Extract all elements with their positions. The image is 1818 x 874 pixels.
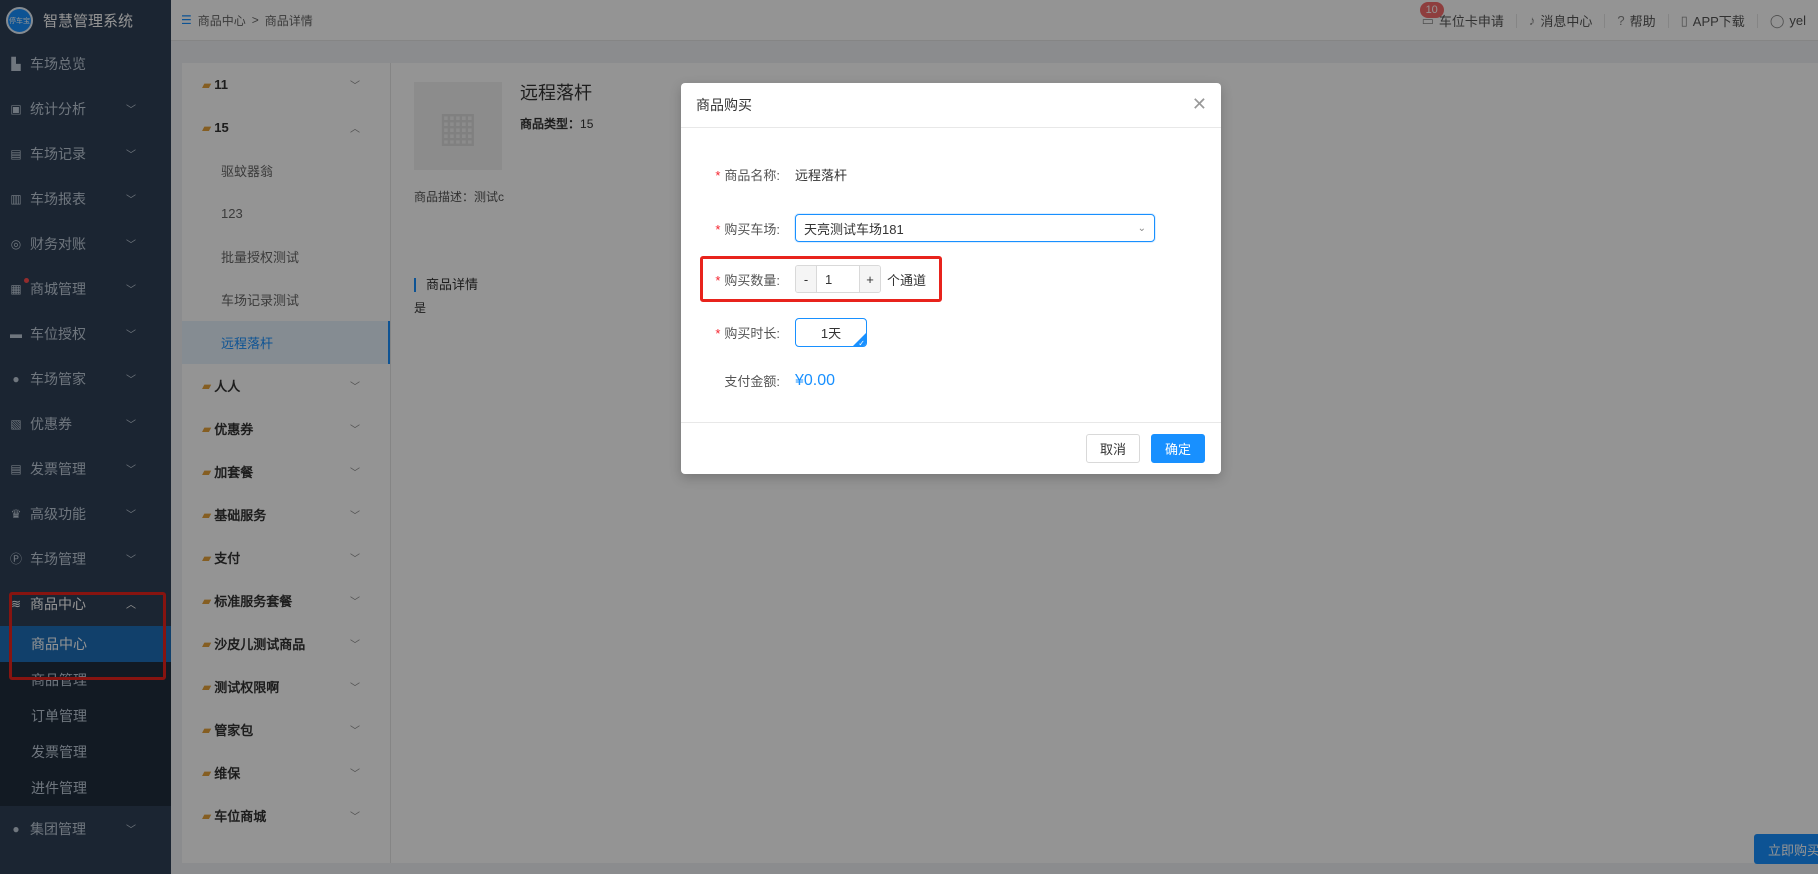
highlight-box-quantity xyxy=(700,256,942,302)
modal-title: 商品购买 xyxy=(696,97,752,113)
parking-lot-select[interactable]: 天亮测试车场181 ⌄ xyxy=(795,214,1155,242)
modal-footer: 取消 确定 xyxy=(681,422,1221,474)
form-row-duration: * 购买时长: 1天 ✓ xyxy=(681,318,867,347)
cancel-button[interactable]: 取消 xyxy=(1085,434,1140,463)
duration-option-selected[interactable]: 1天 ✓ xyxy=(795,318,867,347)
required-asterisk: * xyxy=(715,221,721,237)
label-text: 商品名称: xyxy=(724,168,780,183)
form-row-parking-lot: * 购买车场: 天亮测试车场181 ⌄ xyxy=(681,214,1155,242)
label-product-name: * 商品名称: xyxy=(681,165,795,184)
label-duration: * 购买时长: xyxy=(681,323,795,342)
label-payment: 支付金额: xyxy=(724,374,780,389)
duration-value: 1天 xyxy=(820,326,842,341)
chevron-down-icon: ⌄ xyxy=(1137,222,1146,234)
close-icon[interactable]: ✕ xyxy=(1192,95,1207,113)
required-asterisk: * xyxy=(715,326,721,341)
payment-amount: ¥0.00 xyxy=(795,371,836,389)
product-name-value: 远程落杆 xyxy=(795,168,848,183)
check-icon: ✓ xyxy=(858,339,865,347)
purchase-modal: 商品购买 ✕ * 商品名称: 远程落杆 * 购买车场: 天亮测试车场181 ⌄ * 购… xyxy=(681,83,1221,474)
required-asterisk: * xyxy=(715,168,721,183)
confirm-button[interactable]: 确定 xyxy=(1150,434,1205,463)
form-row-product-name: * 商品名称: 远程落杆 xyxy=(681,165,847,184)
modal-header: 商品购买 ✕ xyxy=(681,83,1221,128)
form-row-payment: 支付金额: ¥0.00 xyxy=(681,371,835,390)
label-text: 购买车场: xyxy=(724,221,780,237)
parking-lot-selected: 天亮测试车场181 xyxy=(804,221,904,237)
label-parking-lot: * 购买车场: xyxy=(681,219,795,238)
label-text: 购买时长: xyxy=(724,326,780,341)
